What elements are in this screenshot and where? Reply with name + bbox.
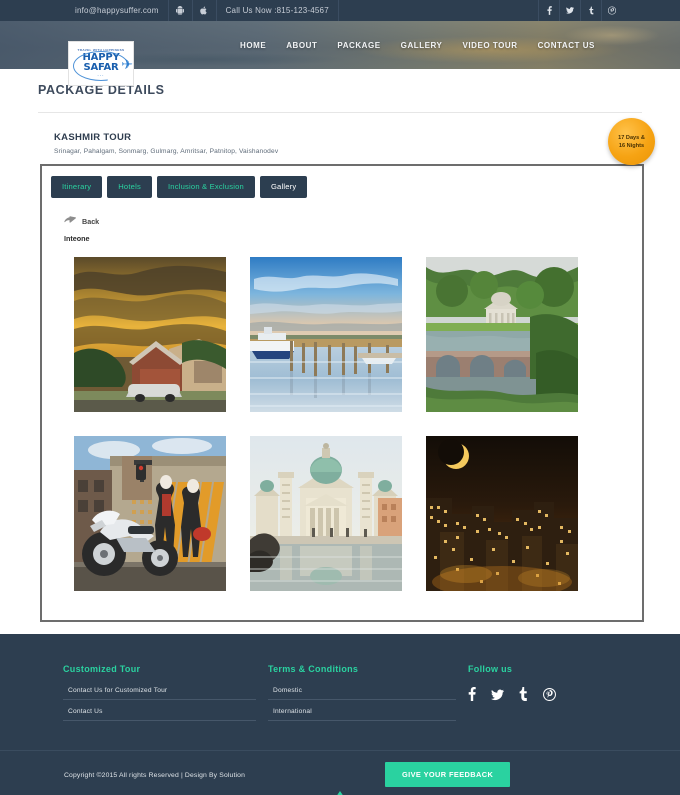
gallery-image-4[interactable]: [74, 436, 226, 591]
main-navigation: HOME ABOUT PACKAGE GALLERY VIDEO TOUR CO…: [240, 21, 595, 69]
gallery-image-1[interactable]: [74, 257, 226, 412]
tumblr-icon[interactable]: [580, 0, 601, 21]
copyright-text: Copyright ©2015 All rights Reserved | De…: [64, 772, 246, 779]
twitter-icon[interactable]: [559, 0, 580, 21]
footer-social-list: [468, 687, 618, 706]
package-name: KASHMIR TOUR: [54, 132, 132, 143]
android-icon[interactable]: [169, 0, 193, 21]
pinterest-icon[interactable]: [543, 687, 556, 706]
footer-heading-terms: Terms & Conditions: [268, 664, 359, 674]
tab-gallery[interactable]: Gallery: [259, 176, 308, 198]
scroll-to-top-triangle: [325, 791, 355, 795]
topbar-phone[interactable]: Call Us Now :815-123-4567: [217, 0, 339, 21]
facebook-icon[interactable]: [468, 687, 476, 706]
duration-nights: 16 Nights: [618, 142, 645, 149]
footer-link-contact-us-customized[interactable]: Contact Us for Customized Tour: [63, 687, 256, 700]
scroll-to-top-button[interactable]: ▲: [325, 791, 355, 795]
footer-link-domestic[interactable]: Domestic: [268, 687, 456, 700]
give-feedback-button[interactable]: GIVE YOUR FEEDBACK: [385, 762, 511, 787]
twitter-icon[interactable]: [491, 688, 504, 706]
nav-item-contact-us[interactable]: CONTACT US: [538, 41, 595, 50]
nav-item-package[interactable]: PACKAGE: [337, 41, 380, 50]
apple-icon[interactable]: [193, 0, 217, 21]
site-logo[interactable]: ✈ TRAVEL WITH HAPPINESS HAPPY SAFAR ...: [68, 41, 134, 86]
back-label: Back: [82, 217, 100, 226]
duration-badge: 17 Days & 16 Nights: [608, 118, 655, 165]
footer-link-international[interactable]: International: [268, 708, 456, 721]
footer-column-customized-tour: Customized Tour Contact Us for Customize…: [63, 664, 268, 729]
topbar-email[interactable]: info@happysuffer.com: [66, 0, 169, 21]
top-utility-bar: info@happysuffer.com Call Us Now :815-12…: [0, 0, 680, 21]
footer-column-follow-us: Follow us: [468, 664, 618, 729]
footer-bottom-bar: Copyright ©2015 All rights Reserved | De…: [0, 750, 680, 795]
nav-item-about[interactable]: ABOUT: [286, 41, 317, 50]
footer-link-contact-us[interactable]: Contact Us: [63, 708, 256, 721]
main-content: PACKAGE DETAILS KASHMIR TOUR Srinagar, P…: [0, 69, 680, 622]
tab-bar: Itinerary Hotels Inclusion & Exclusion G…: [42, 166, 642, 198]
tab-hotels[interactable]: Hotels: [107, 176, 152, 198]
gallery-image-6[interactable]: [426, 436, 578, 591]
footer-heading-customized-tour: Customized Tour: [63, 664, 141, 674]
gallery-grid: [42, 243, 642, 591]
site-footer: Customized Tour Contact Us for Customize…: [0, 634, 680, 795]
footer-columns: Customized Tour Contact Us for Customize…: [0, 634, 680, 729]
nav-item-home[interactable]: HOME: [240, 41, 266, 50]
package-header: KASHMIR TOUR Srinagar, Pahalgam, Sonmarg…: [0, 113, 680, 165]
site-header-hero: ✈ TRAVEL WITH HAPPINESS HAPPY SAFAR ... …: [0, 21, 680, 86]
gallery-image-2[interactable]: [250, 257, 402, 412]
nav-item-gallery[interactable]: GALLERY: [401, 41, 443, 50]
topbar-right-spacer: [622, 0, 680, 21]
airplane-icon: ✈: [121, 55, 133, 72]
album-title: Inteone: [64, 234, 90, 243]
footer-heading-follow-us: Follow us: [468, 664, 513, 674]
tumblr-icon[interactable]: [519, 687, 528, 706]
package-destinations: Srinagar, Pahalgam, Sonmarg, Gulmarg, Am…: [54, 148, 279, 155]
topbar-left-spacer: [0, 0, 66, 21]
nav-item-video-tour[interactable]: VIDEO TOUR: [462, 41, 517, 50]
pinterest-icon[interactable]: [601, 0, 622, 21]
tab-itinerary[interactable]: Itinerary: [51, 176, 103, 198]
back-arrow-icon: [64, 216, 76, 223]
gallery-image-3[interactable]: [426, 257, 578, 412]
back-button[interactable]: Back: [42, 198, 642, 227]
gallery-image-5[interactable]: [250, 436, 402, 591]
tab-inclusion-exclusion[interactable]: Inclusion & Exclusion: [156, 176, 255, 198]
package-tab-panel: Itinerary Hotels Inclusion & Exclusion G…: [40, 164, 644, 622]
facebook-icon[interactable]: [538, 0, 559, 21]
footer-column-terms: Terms & Conditions Domestic Internationa…: [268, 664, 468, 729]
duration-days: 17 Days &: [618, 134, 645, 141]
